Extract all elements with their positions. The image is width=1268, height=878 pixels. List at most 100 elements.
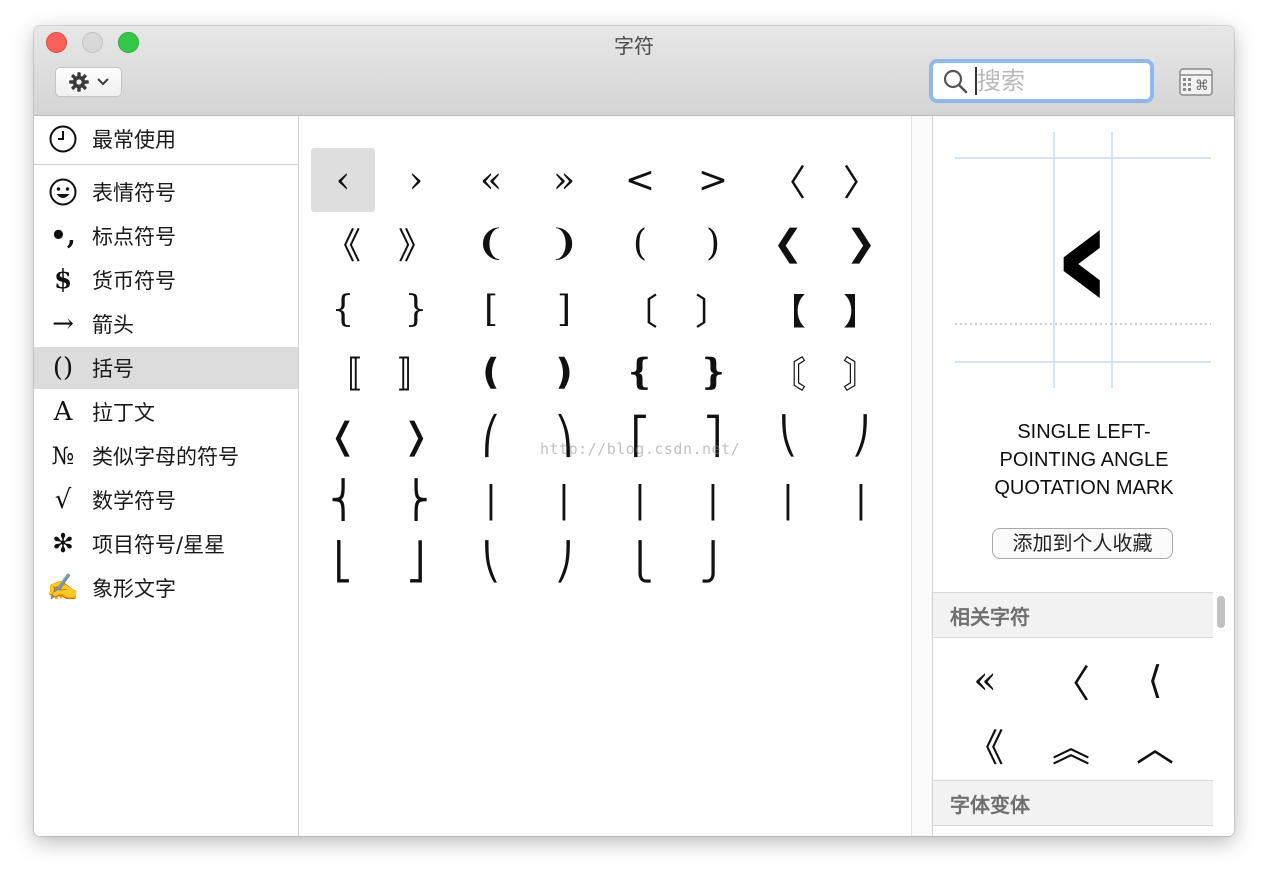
character-cell[interactable]: | xyxy=(681,468,745,532)
sidebar-divider xyxy=(34,164,298,165)
character-cell[interactable]: ⎭ xyxy=(681,530,745,594)
sidebar-item-math[interactable]: √ 数学符号 xyxy=(34,479,298,521)
character-cell[interactable]: 】 xyxy=(829,277,893,341)
action-menu-button[interactable] xyxy=(55,67,122,97)
character-inspector: ‹ SINGLE LEFT- POINTING ANGLE QUOTATION … xyxy=(932,116,1234,836)
grid-scrollbar[interactable] xyxy=(911,116,932,836)
character-cell[interactable]: 》 xyxy=(384,211,448,275)
related-character-cell[interactable]: ︽ xyxy=(1041,714,1101,774)
sidebar-item-brackets[interactable]: () 括号 xyxy=(34,347,298,389)
character-cell[interactable]: ‹ xyxy=(311,148,375,212)
window-title: 字符 xyxy=(614,34,654,58)
dollar-icon: $ xyxy=(53,265,73,295)
parentheses-icon: () xyxy=(52,353,74,383)
character-cell[interactable]: » xyxy=(532,148,596,212)
title-bar: 字符 搜索 ⌘ xyxy=(34,26,1234,116)
character-cell[interactable]: < xyxy=(608,148,672,212)
character-cell[interactable]: | xyxy=(532,468,596,532)
character-cell[interactable]: > xyxy=(681,148,745,212)
character-cell[interactable]: 【 xyxy=(756,277,820,341)
search-icon xyxy=(943,69,968,94)
character-cell[interactable]: › xyxy=(384,148,448,212)
character-cell[interactable]: ❮ xyxy=(756,211,820,275)
sidebar-item-currency[interactable]: $ 货币符号 xyxy=(34,259,298,301)
character-cell[interactable]: ❵ xyxy=(681,340,745,404)
character-cell[interactable]: ⎠ xyxy=(829,404,893,468)
sidebar-item-latin[interactable]: A 拉丁文 xyxy=(34,391,298,433)
related-character-cell[interactable]: « xyxy=(955,650,1015,710)
character-cell[interactable]: 〛 xyxy=(384,340,448,404)
character-cell[interactable]: | xyxy=(756,468,820,532)
character-cell[interactable]: 〕 xyxy=(681,277,745,341)
related-characters-header[interactable]: 相关字符 xyxy=(933,592,1213,638)
character-cell[interactable]: 〉 xyxy=(829,148,893,212)
character-cell[interactable]: ] xyxy=(532,277,596,341)
character-cell[interactable]: ⎣ xyxy=(311,530,375,594)
related-character-cell[interactable]: ︿ xyxy=(1125,714,1185,774)
character-cell[interactable]: | xyxy=(829,468,893,532)
character-cell[interactable]: 〚 xyxy=(311,340,375,404)
character-cell[interactable]: ❬ xyxy=(311,404,375,468)
inspector-scrollbar[interactable] xyxy=(1217,596,1225,628)
character-cell[interactable]: | xyxy=(608,468,672,532)
character-cell[interactable]: { xyxy=(311,277,375,341)
character-cell[interactable]: ⎛ xyxy=(459,404,523,468)
character-cell[interactable]: } xyxy=(384,277,448,341)
character-cell[interactable]: 〔 xyxy=(608,277,672,341)
sidebar-item-frequently-used[interactable]: 最常使用 xyxy=(34,118,298,160)
related-character-cell[interactable]: ⟨ xyxy=(1125,650,1185,710)
character-cell[interactable]: ⎠ xyxy=(532,530,596,594)
category-sidebar: 最常使用 表情符号 •, 标点符号 $ 货币符号 → 箭头 () 括号 A 拉丁… xyxy=(34,116,299,836)
sidebar-item-bullets-stars[interactable]: ✻ 项目符号/星星 xyxy=(34,523,298,565)
sidebar-item-emoji[interactable]: 表情符号 xyxy=(34,171,298,213)
character-cell[interactable]: 《 xyxy=(311,211,375,275)
character-cell[interactable]: [ xyxy=(459,277,523,341)
font-variants-header[interactable]: 字体变体 xyxy=(933,780,1213,826)
character-cell[interactable]: ❩ xyxy=(532,211,596,275)
character-cell[interactable]: ❪ xyxy=(459,340,523,404)
sidebar-item-label: 最常使用 xyxy=(92,128,176,152)
character-viewer-icon[interactable]: ⌘ xyxy=(1179,68,1213,96)
character-name-line: QUOTATION MARK xyxy=(994,477,1174,499)
add-to-favorites-button[interactable]: 添加到个人收藏 xyxy=(992,528,1173,559)
character-cell[interactable]: ( xyxy=(608,211,672,275)
related-character-cell[interactable]: 《 xyxy=(955,714,1015,774)
sidebar-item-label: 标点符号 xyxy=(92,225,176,249)
character-cell[interactable]: ) xyxy=(681,211,745,275)
character-name: SINGLE LEFT- POINTING ANGLE QUOTATION MA… xyxy=(933,418,1234,502)
sidebar-item-pictographs[interactable]: ✍ 象形文字 xyxy=(34,567,298,609)
character-cell[interactable]: ⎝ xyxy=(756,404,820,468)
character-cell[interactable]: ⎞ xyxy=(532,404,596,468)
character-cell[interactable]: 〘 xyxy=(756,340,820,404)
sidebar-item-label: 箭头 xyxy=(92,313,134,337)
character-cell[interactable]: ⎡ xyxy=(608,404,672,468)
character-name-line: POINTING ANGLE xyxy=(999,449,1169,471)
clock-icon xyxy=(34,124,92,154)
character-cell[interactable]: ❨ xyxy=(459,211,523,275)
character-cell[interactable]: ❭ xyxy=(384,404,448,468)
character-cell[interactable]: | xyxy=(459,468,523,532)
character-cell[interactable]: ⎬ xyxy=(384,468,448,532)
related-character-cell[interactable]: 〈 xyxy=(1041,650,1101,710)
search-input[interactable] xyxy=(977,67,1137,95)
sidebar-item-punctuation[interactable]: •, 标点符号 xyxy=(34,215,298,257)
character-cell[interactable]: ⎦ xyxy=(384,530,448,594)
sidebar-item-label: 数学符号 xyxy=(92,489,176,513)
character-cell[interactable]: ❴ xyxy=(608,340,672,404)
character-cell[interactable]: « xyxy=(459,148,523,212)
sidebar-item-letterlike[interactable]: № 类似字母的符号 xyxy=(34,435,298,477)
square-root-icon: √ xyxy=(54,485,72,515)
character-grid: ‹ › «» < > 〈〉《》 ❨ ❩() ❮ ❯{}[] 〔〕【】〚〛 ❪ ❫ ❴ ❵ 〘〙 ❬ ❭ ⎛ ⎞ ⎡ ⎤ ⎝ ⎠… xyxy=(299,116,932,836)
search-field[interactable] xyxy=(929,59,1154,103)
character-cell[interactable]: ❯ xyxy=(829,211,893,275)
character-cell[interactable]: ⎤ xyxy=(681,404,745,468)
character-cell[interactable]: ⎝ xyxy=(459,530,523,594)
character-cell[interactable]: ⎨ xyxy=(311,468,375,532)
sidebar-item-arrows[interactable]: → 箭头 xyxy=(34,303,298,345)
sidebar-item-label: 类似字母的符号 xyxy=(92,445,239,469)
svg-text:⌘: ⌘ xyxy=(1195,78,1209,94)
character-cell[interactable]: 〙 xyxy=(829,340,893,404)
character-cell[interactable]: ⎩ xyxy=(608,530,672,594)
character-cell[interactable]: ❫ xyxy=(532,340,596,404)
character-cell[interactable]: 〈 xyxy=(756,148,820,212)
